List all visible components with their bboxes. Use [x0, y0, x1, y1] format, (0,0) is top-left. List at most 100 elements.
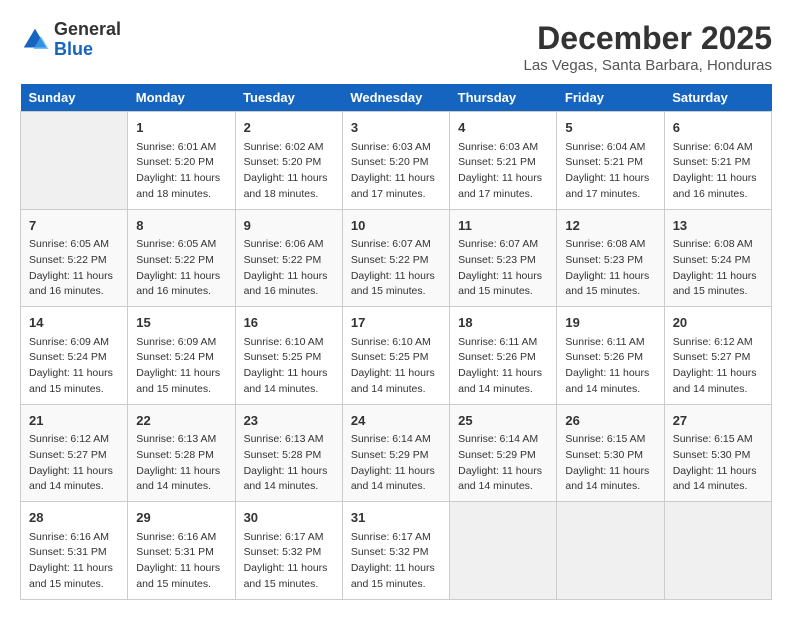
day-info: Sunrise: 6:03 AM Sunset: 5:20 PM Dayligh…: [351, 140, 441, 203]
calendar-cell: 28Sunrise: 6:16 AM Sunset: 5:31 PM Dayli…: [21, 502, 128, 600]
calendar-header-wednesday: Wednesday: [342, 84, 449, 112]
calendar-header-saturday: Saturday: [664, 84, 771, 112]
day-info: Sunrise: 6:12 AM Sunset: 5:27 PM Dayligh…: [29, 432, 119, 495]
day-number: 1: [136, 118, 226, 138]
day-number: 28: [29, 508, 119, 528]
day-number: 5: [565, 118, 655, 138]
day-number: 16: [244, 313, 334, 333]
calendar-cell: 31Sunrise: 6:17 AM Sunset: 5:32 PM Dayli…: [342, 502, 449, 600]
day-info: Sunrise: 6:09 AM Sunset: 5:24 PM Dayligh…: [136, 335, 226, 398]
title-block: December 2025 Las Vegas, Santa Barbara, …: [524, 20, 773, 74]
calendar-cell: 20Sunrise: 6:12 AM Sunset: 5:27 PM Dayli…: [664, 307, 771, 405]
calendar-cell: 30Sunrise: 6:17 AM Sunset: 5:32 PM Dayli…: [235, 502, 342, 600]
calendar-cell: 5Sunrise: 6:04 AM Sunset: 5:21 PM Daylig…: [557, 112, 664, 210]
calendar-week-row: 1Sunrise: 6:01 AM Sunset: 5:20 PM Daylig…: [21, 112, 772, 210]
day-number: 9: [244, 216, 334, 236]
logo-text: General Blue: [54, 20, 121, 60]
day-number: 7: [29, 216, 119, 236]
day-info: Sunrise: 6:14 AM Sunset: 5:29 PM Dayligh…: [351, 432, 441, 495]
day-info: Sunrise: 6:15 AM Sunset: 5:30 PM Dayligh…: [673, 432, 763, 495]
calendar-header-tuesday: Tuesday: [235, 84, 342, 112]
day-info: Sunrise: 6:11 AM Sunset: 5:26 PM Dayligh…: [458, 335, 548, 398]
day-info: Sunrise: 6:10 AM Sunset: 5:25 PM Dayligh…: [351, 335, 441, 398]
day-number: 18: [458, 313, 548, 333]
day-number: 19: [565, 313, 655, 333]
calendar-cell: 26Sunrise: 6:15 AM Sunset: 5:30 PM Dayli…: [557, 404, 664, 502]
day-number: 24: [351, 411, 441, 431]
day-number: 17: [351, 313, 441, 333]
day-number: 8: [136, 216, 226, 236]
day-number: 29: [136, 508, 226, 528]
day-number: 30: [244, 508, 334, 528]
day-info: Sunrise: 6:09 AM Sunset: 5:24 PM Dayligh…: [29, 335, 119, 398]
page-header: General Blue December 2025 Las Vegas, Sa…: [20, 20, 772, 74]
calendar-cell: 25Sunrise: 6:14 AM Sunset: 5:29 PM Dayli…: [450, 404, 557, 502]
calendar-cell: 16Sunrise: 6:10 AM Sunset: 5:25 PM Dayli…: [235, 307, 342, 405]
day-info: Sunrise: 6:13 AM Sunset: 5:28 PM Dayligh…: [244, 432, 334, 495]
day-number: 12: [565, 216, 655, 236]
day-number: 26: [565, 411, 655, 431]
calendar-cell: 9Sunrise: 6:06 AM Sunset: 5:22 PM Daylig…: [235, 209, 342, 307]
calendar-week-row: 28 Sunrise: 6:16 AM Sunset: 5:31 PM Dayli…: [21, 502, 772, 600]
day-info: Sunrise: 6:11 AM Sunset: 5:26 PM Dayligh…: [565, 335, 655, 398]
day-number: 25: [458, 411, 548, 431]
calendar-cell: 14Sunrise: 6:09 AM Sunset: 5:24 PM Dayli…: [21, 307, 128, 405]
day-info: Sunrise: 6:16 AM Sunset: 5:31 PM Dayligh…: [136, 530, 226, 593]
calendar-cell: 3Sunrise: 6:03 AM Sunset: 5:20 PM Daylig…: [342, 112, 449, 210]
calendar-table: SundayMondayTuesdayWednesdayThursdayFrid…: [20, 84, 772, 600]
logo: General Blue: [20, 20, 121, 60]
day-number: 23: [244, 411, 334, 431]
day-info: Sunrise: 6:12 AM Sunset: 5:27 PM Dayligh…: [673, 335, 763, 398]
day-number: 11: [458, 216, 548, 236]
day-number: 2: [244, 118, 334, 138]
calendar-cell: 19Sunrise: 6:11 AM Sunset: 5:26 PM Dayli…: [557, 307, 664, 405]
day-number: 13: [673, 216, 763, 236]
calendar-cell: [450, 502, 557, 600]
calendar-cell: [21, 112, 128, 210]
calendar-header-friday: Friday: [557, 84, 664, 112]
day-number: 4: [458, 118, 548, 138]
subtitle: Las Vegas, Santa Barbara, Honduras: [524, 57, 773, 74]
day-info: Sunrise: 6:04 AM Sunset: 5:21 PM Dayligh…: [565, 140, 655, 203]
calendar-cell: 2Sunrise: 6:02 AM Sunset: 5:20 PM Daylig…: [235, 112, 342, 210]
calendar-cell: 10Sunrise: 6:07 AM Sunset: 5:22 PM Dayli…: [342, 209, 449, 307]
day-number: 21: [29, 411, 119, 431]
calendar-week-row: 7 Sunrise: 6:05 AM Sunset: 5:22 PM Daylig…: [21, 209, 772, 307]
day-info: Sunrise: 6:14 AM Sunset: 5:29 PM Dayligh…: [458, 432, 548, 495]
day-info: Sunrise: 6:10 AM Sunset: 5:25 PM Dayligh…: [244, 335, 334, 398]
day-info: Sunrise: 6:08 AM Sunset: 5:23 PM Dayligh…: [565, 237, 655, 300]
day-number: 22: [136, 411, 226, 431]
calendar-cell: 21Sunrise: 6:12 AM Sunset: 5:27 PM Dayli…: [21, 404, 128, 502]
logo-icon: [20, 25, 50, 55]
day-info: Sunrise: 6:04 AM Sunset: 5:21 PM Dayligh…: [673, 140, 763, 203]
day-info: Sunrise: 6:05 AM Sunset: 5:22 PM Dayligh…: [136, 237, 226, 300]
day-number: 27: [673, 411, 763, 431]
calendar-cell: 11Sunrise: 6:07 AM Sunset: 5:23 PM Dayli…: [450, 209, 557, 307]
day-info: Sunrise: 6:07 AM Sunset: 5:22 PM Dayligh…: [351, 237, 441, 300]
day-number: 14: [29, 313, 119, 333]
calendar-header-thursday: Thursday: [450, 84, 557, 112]
day-info: Sunrise: 6:06 AM Sunset: 5:22 PM Dayligh…: [244, 237, 334, 300]
day-number: 6: [673, 118, 763, 138]
calendar-cell: 27Sunrise: 6:15 AM Sunset: 5:30 PM Dayli…: [664, 404, 771, 502]
calendar-cell: 7Sunrise: 6:05 AM Sunset: 5:22 PM Daylig…: [21, 209, 128, 307]
calendar-cell: 18Sunrise: 6:11 AM Sunset: 5:26 PM Dayli…: [450, 307, 557, 405]
calendar-cell: 1Sunrise: 6:01 AM Sunset: 5:20 PM Daylig…: [128, 112, 235, 210]
main-title: December 2025: [524, 20, 773, 57]
calendar-header-monday: Monday: [128, 84, 235, 112]
calendar-cell: [557, 502, 664, 600]
day-info: Sunrise: 6:17 AM Sunset: 5:32 PM Dayligh…: [351, 530, 441, 593]
day-info: Sunrise: 6:07 AM Sunset: 5:23 PM Dayligh…: [458, 237, 548, 300]
calendar-header-row: SundayMondayTuesdayWednesdayThursdayFrid…: [21, 84, 772, 112]
calendar-cell: 24Sunrise: 6:14 AM Sunset: 5:29 PM Dayli…: [342, 404, 449, 502]
calendar-cell: 23Sunrise: 6:13 AM Sunset: 5:28 PM Dayli…: [235, 404, 342, 502]
day-info: Sunrise: 6:03 AM Sunset: 5:21 PM Dayligh…: [458, 140, 548, 203]
calendar-cell: 13Sunrise: 6:08 AM Sunset: 5:24 PM Dayli…: [664, 209, 771, 307]
calendar-cell: 22Sunrise: 6:13 AM Sunset: 5:28 PM Dayli…: [128, 404, 235, 502]
day-number: 31: [351, 508, 441, 528]
day-number: 20: [673, 313, 763, 333]
day-info: Sunrise: 6:17 AM Sunset: 5:32 PM Dayligh…: [244, 530, 334, 593]
day-info: Sunrise: 6:02 AM Sunset: 5:20 PM Dayligh…: [244, 140, 334, 203]
calendar-cell: [664, 502, 771, 600]
calendar-cell: 8Sunrise: 6:05 AM Sunset: 5:22 PM Daylig…: [128, 209, 235, 307]
